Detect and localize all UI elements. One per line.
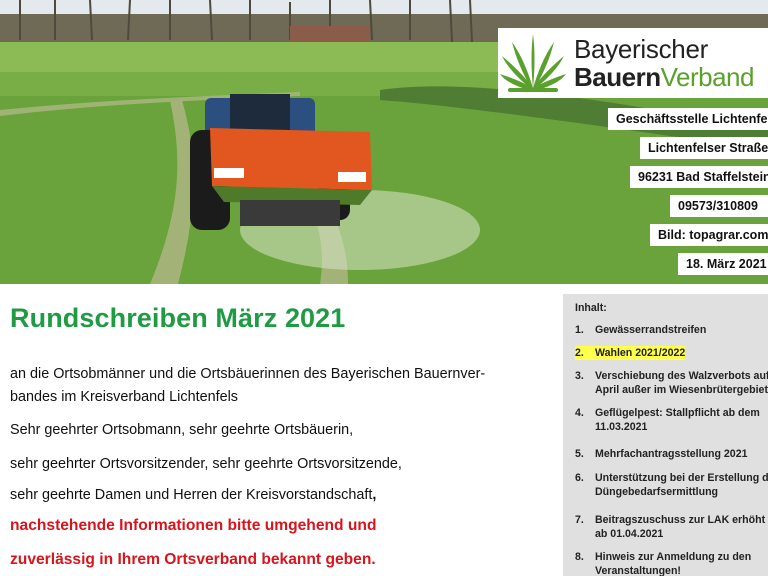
toc-item-text: Verschiebung des Walzverbots auf — [595, 370, 768, 382]
recipients-line2: bandes im Kreisverband Lichtenfels — [10, 389, 238, 405]
toc-item-number: 8. — [575, 551, 584, 563]
toc-item-7: 7. Beitragszuschuss zur LAK erhöht sich ab… — [575, 513, 768, 541]
image-credit: Bild: topagrar.com — [650, 224, 768, 246]
toc-item-2: 2. Wahlen 2021/2022 — [575, 346, 768, 360]
bbv-logo: Bayerischer BauernVerband — [498, 28, 768, 98]
salutation-line3-text: sehr geehrte Damen und Herren der Kreisv… — [10, 487, 373, 503]
address-city: 96231 Bad Staffelstein — [630, 166, 768, 188]
toc-item-number: 3. — [575, 370, 584, 382]
toc-item-1: 1. Gewässerrandstreifen — [575, 323, 768, 337]
toc-item-text: Hinweis zur Anmeldung zu den — [595, 551, 752, 563]
address-street: Lichtenfelser Straße 5 — [640, 137, 768, 159]
toc-item-6: 6. Unterstützung bei der Erstellung der Dü… — [575, 471, 768, 499]
logo-text-verband: Verband — [660, 62, 755, 92]
toc-item-number: 2. — [575, 346, 595, 360]
wheat-emblem-icon — [500, 34, 566, 92]
toc-item-number: 7. — [575, 514, 584, 526]
toc-item-text: Mehrfachantragsstellung 2021 — [595, 448, 748, 460]
toc-item-8: 8. Hinweis zur Anmeldung zu den Veranstalt… — [575, 550, 768, 576]
toc-item-number: 1. — [575, 324, 584, 336]
logo-text-bauern: Bauern — [574, 62, 661, 92]
toc-heading: Inhalt: — [575, 302, 607, 314]
toc-item-text: Veranstaltungen! — [595, 565, 681, 576]
recipients-line1: an die Ortsobmänner und die Ortsbäuerinn… — [10, 366, 486, 382]
notice-line1: nachstehende Informationen bitte umgehen… — [10, 517, 377, 534]
logo-text-line1: Bayerischer — [574, 34, 708, 64]
toc-item-text-highlighted: Wahlen 2021/2022 — [595, 346, 686, 360]
address-office: Geschäftsstelle Lichtenfels — [608, 108, 768, 130]
toc-item-text: Düngebedarfsermittlung — [595, 486, 719, 498]
toc-item-text: Unterstützung bei der Erstellung der — [595, 472, 768, 484]
page-title: Rundschreiben März 2021 — [10, 303, 346, 333]
salutation-line3: sehr geehrte Damen und Herren der Kreisv… — [10, 487, 376, 503]
table-of-contents: Inhalt: 1. Gewässerrandstreifen 2. Wahlen … — [563, 294, 768, 576]
toc-item-number: 5. — [575, 448, 584, 460]
address-phone: 09573/310809 — [670, 195, 768, 217]
logo-text-line2: BauernVerband — [574, 64, 754, 90]
toc-item-number: 6. — [575, 472, 584, 484]
toc-item-text: Beitragszuschuss zur LAK erhöht sich — [595, 514, 768, 526]
salutation-line3-comma: , — [372, 487, 377, 503]
toc-item-text: April außer im Wiesenbrütergebiet — [595, 384, 768, 396]
toc-item-5: 5. Mehrfachantragsstellung 2021 — [575, 447, 768, 461]
toc-item-text: Gewässerrandstreifen — [595, 324, 707, 336]
toc-item-number: 4. — [575, 407, 584, 419]
toc-item-3: 3. Verschiebung des Walzverbots auf April … — [575, 369, 768, 397]
letter-date: 18. März 2021 — [678, 253, 768, 275]
notice-line2: zuverlässig in Ihrem Ortsverband bekannt… — [10, 551, 376, 568]
toc-item-4: 4. Geflügelpest: Stallpflicht ab dem 11.03… — [575, 406, 768, 434]
toc-item-text: Geflügelpest: Stallpflicht ab dem — [595, 407, 760, 419]
toc-item-text: 11.03.2021 — [595, 421, 648, 433]
salutation-line2: sehr geehrter Ortsvorsitzender, sehr gee… — [10, 456, 402, 472]
salutation-line1: Sehr geehrter Ortsobmann, sehr geehrte O… — [10, 422, 354, 438]
toc-item-text: ab 01.04.2021 — [595, 528, 664, 540]
